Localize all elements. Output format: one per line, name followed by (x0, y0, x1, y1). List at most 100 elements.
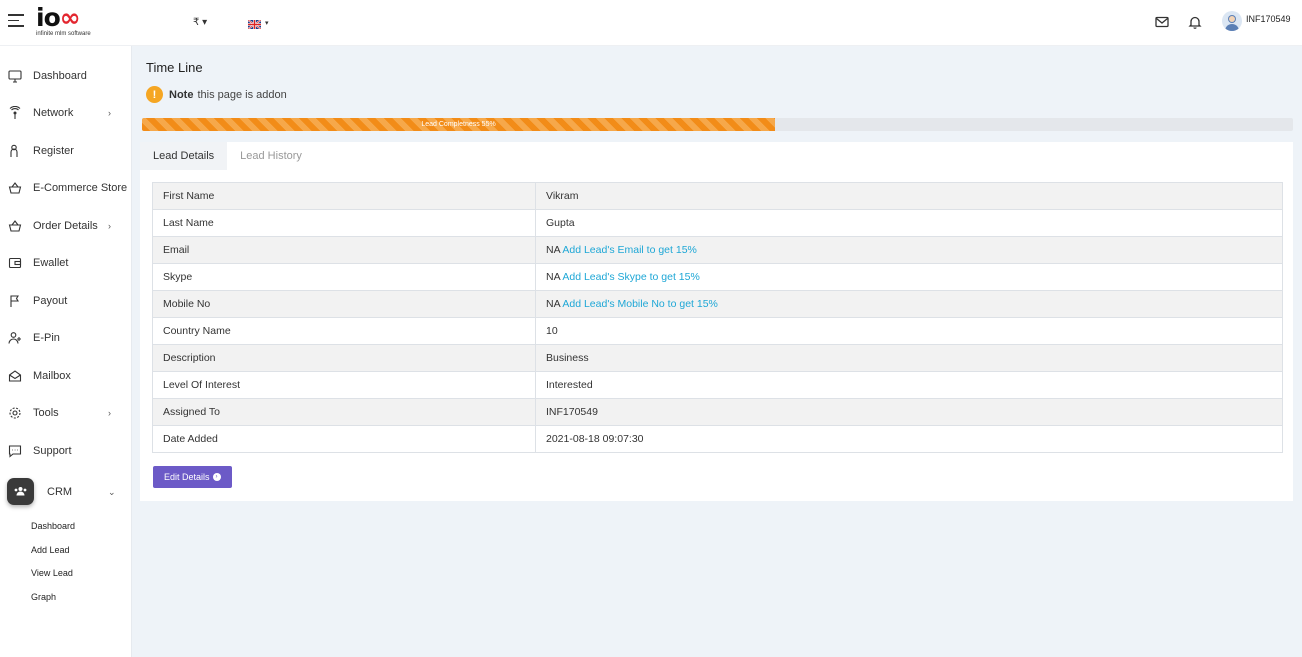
row-value: NA Add Lead's Email to get 15% (535, 236, 1283, 264)
add-field-link[interactable]: Add Lead's Mobile No to get 15% (562, 298, 718, 310)
sidebar-item-label: E-Pin (33, 332, 60, 344)
row-value: Interested (535, 371, 1283, 399)
sidebar-item-label: Payout (33, 295, 68, 307)
sidebar-item-ewallet[interactable]: Ewallet (0, 250, 132, 276)
row-key: Last Name (152, 209, 536, 237)
row-key: Description (152, 344, 536, 372)
mail-icon[interactable] (1154, 14, 1170, 30)
crm-badge (7, 478, 34, 505)
table-row: Description Business (152, 344, 1283, 372)
row-value: Gupta (535, 209, 1283, 237)
row-value: NA Add Lead's Skype to get 15% (535, 263, 1283, 291)
edit-details-button[interactable]: Edit Details › (153, 466, 232, 488)
row-value: INF170549 (535, 398, 1283, 426)
crm-sub-dashboard[interactable]: Dashboard (31, 521, 75, 531)
row-value-text: INF170549 (546, 406, 598, 418)
row-value: 2021-08-18 09:07:30 (535, 425, 1283, 453)
sidebar-item-order-details[interactable]: Order Details › (0, 213, 132, 239)
basket-icon (8, 182, 22, 194)
sidebar-item-tools[interactable]: Tools › (0, 400, 132, 426)
gear-icon (9, 407, 21, 419)
logo-subtitle: infinite mlm software (36, 31, 91, 37)
avatar[interactable] (1222, 11, 1242, 31)
sidebar-item-support[interactable]: Support (0, 438, 132, 464)
chevron-right-icon: › (108, 408, 111, 418)
chat-icon (8, 445, 22, 458)
crm-sub-graph[interactable]: Graph (31, 592, 56, 602)
row-value-text: Gupta (546, 217, 575, 229)
sidebar-item-label: Ewallet (33, 257, 69, 269)
crm-sub-add-lead[interactable]: Add Lead (31, 545, 70, 555)
sidebar-item-mailbox[interactable]: Mailbox (0, 363, 132, 389)
row-key: Country Name (152, 317, 536, 345)
sidebar-item-label: Order Details (33, 220, 98, 232)
row-value-text: Interested (546, 379, 593, 391)
row-value: 10 (535, 317, 1283, 345)
sidebar-item-register[interactable]: Register (0, 138, 132, 164)
row-value-text: NA (546, 298, 561, 310)
top-bar: io∞ infinite mlm software ₹ ▾ ▾ INF17054… (0, 0, 1302, 46)
logo[interactable]: io∞ infinite mlm software (36, 5, 106, 41)
row-key: Mobile No (152, 290, 536, 318)
bell-icon[interactable] (1187, 14, 1203, 30)
sidebar-item-label: Mailbox (33, 370, 71, 382)
sidebar-item-epin[interactable]: E-Pin (0, 325, 132, 351)
user-plus-icon (8, 332, 21, 344)
sidebar-item-label: Register (33, 145, 74, 157)
row-key: Level Of Interest (152, 371, 536, 399)
sidebar-item-label: CRM (47, 486, 73, 498)
sidebar-item-ecommerce-store[interactable]: E-Commerce Store (0, 175, 132, 201)
row-value-text: 10 (546, 325, 558, 337)
row-key: Date Added (152, 425, 536, 453)
sidebar-item-crm[interactable]: CRM ⌄ (0, 478, 132, 506)
row-value: NA Add Lead's Mobile No to get 15% (535, 290, 1283, 318)
chevron-down-icon: ⌄ (108, 486, 116, 497)
sidebar-item-label: Network (33, 107, 74, 119)
row-key: Email (152, 236, 536, 264)
edit-details-label: Edit Details (164, 472, 210, 482)
sidebar-item-network[interactable]: Network › (0, 100, 132, 126)
table-row: Mobile No NA Add Lead's Mobile No to get … (152, 290, 1283, 318)
progress-fill: Lead Completness 55% (142, 118, 776, 131)
addon-note: ! Note this page is addon (146, 86, 287, 103)
table-row: Skype NA Add Lead's Skype to get 15% (152, 263, 1283, 291)
menu-toggle-icon[interactable] (8, 14, 24, 28)
arrow-right-icon: › (212, 473, 221, 481)
sidebar-item-dashboard[interactable]: Dashboard (0, 63, 132, 89)
table-row: Date Added 2021-08-18 09:07:30 (152, 425, 1283, 453)
tab-lead-details[interactable]: Lead Details (140, 142, 228, 170)
language-caret-icon[interactable]: ▾ (265, 19, 269, 27)
row-value-text: Business (546, 352, 589, 364)
logo-mark: io∞ (36, 3, 81, 32)
note-label: Note (169, 88, 194, 101)
wallet-icon (8, 257, 22, 269)
uk-flag-icon[interactable] (248, 20, 261, 29)
mailbox-icon (8, 370, 22, 382)
crm-sub-view-lead[interactable]: View Lead (31, 568, 73, 578)
username[interactable]: INF170549 (1246, 14, 1291, 24)
row-key: Assigned To (152, 398, 536, 426)
sidebar-item-payout[interactable]: Payout (0, 288, 132, 314)
register-icon (10, 144, 18, 157)
table-row: Level Of Interest Interested (152, 371, 1283, 399)
row-value-text: 2021-08-18 09:07:30 (546, 433, 644, 445)
chevron-right-icon: › (108, 108, 111, 118)
table-row: Email NA Add Lead's Email to get 15% (152, 236, 1283, 264)
sidebar: Dashboard Network › Register E-Commerce … (0, 46, 132, 657)
table-row: First Name Vikram (152, 182, 1283, 210)
row-value-text: NA (546, 244, 561, 256)
row-value: Business (535, 344, 1283, 372)
lead-tabs: Lead Details Lead History (140, 142, 315, 170)
currency-selector[interactable]: ₹ ▾ (193, 17, 207, 28)
monitor-icon (8, 70, 22, 83)
add-field-link[interactable]: Add Lead's Email to get 15% (562, 244, 697, 256)
row-value-text: Vikram (546, 190, 579, 202)
sidebar-item-label: E-Commerce Store (33, 182, 128, 194)
table-row: Assigned To INF170549 (152, 398, 1283, 426)
add-field-link[interactable]: Add Lead's Skype to get 15% (562, 271, 699, 283)
network-icon (9, 106, 21, 119)
users-icon (14, 487, 27, 496)
row-value: Vikram (535, 182, 1283, 210)
table-row: Last Name Gupta (152, 209, 1283, 237)
tab-lead-history[interactable]: Lead History (227, 142, 315, 170)
